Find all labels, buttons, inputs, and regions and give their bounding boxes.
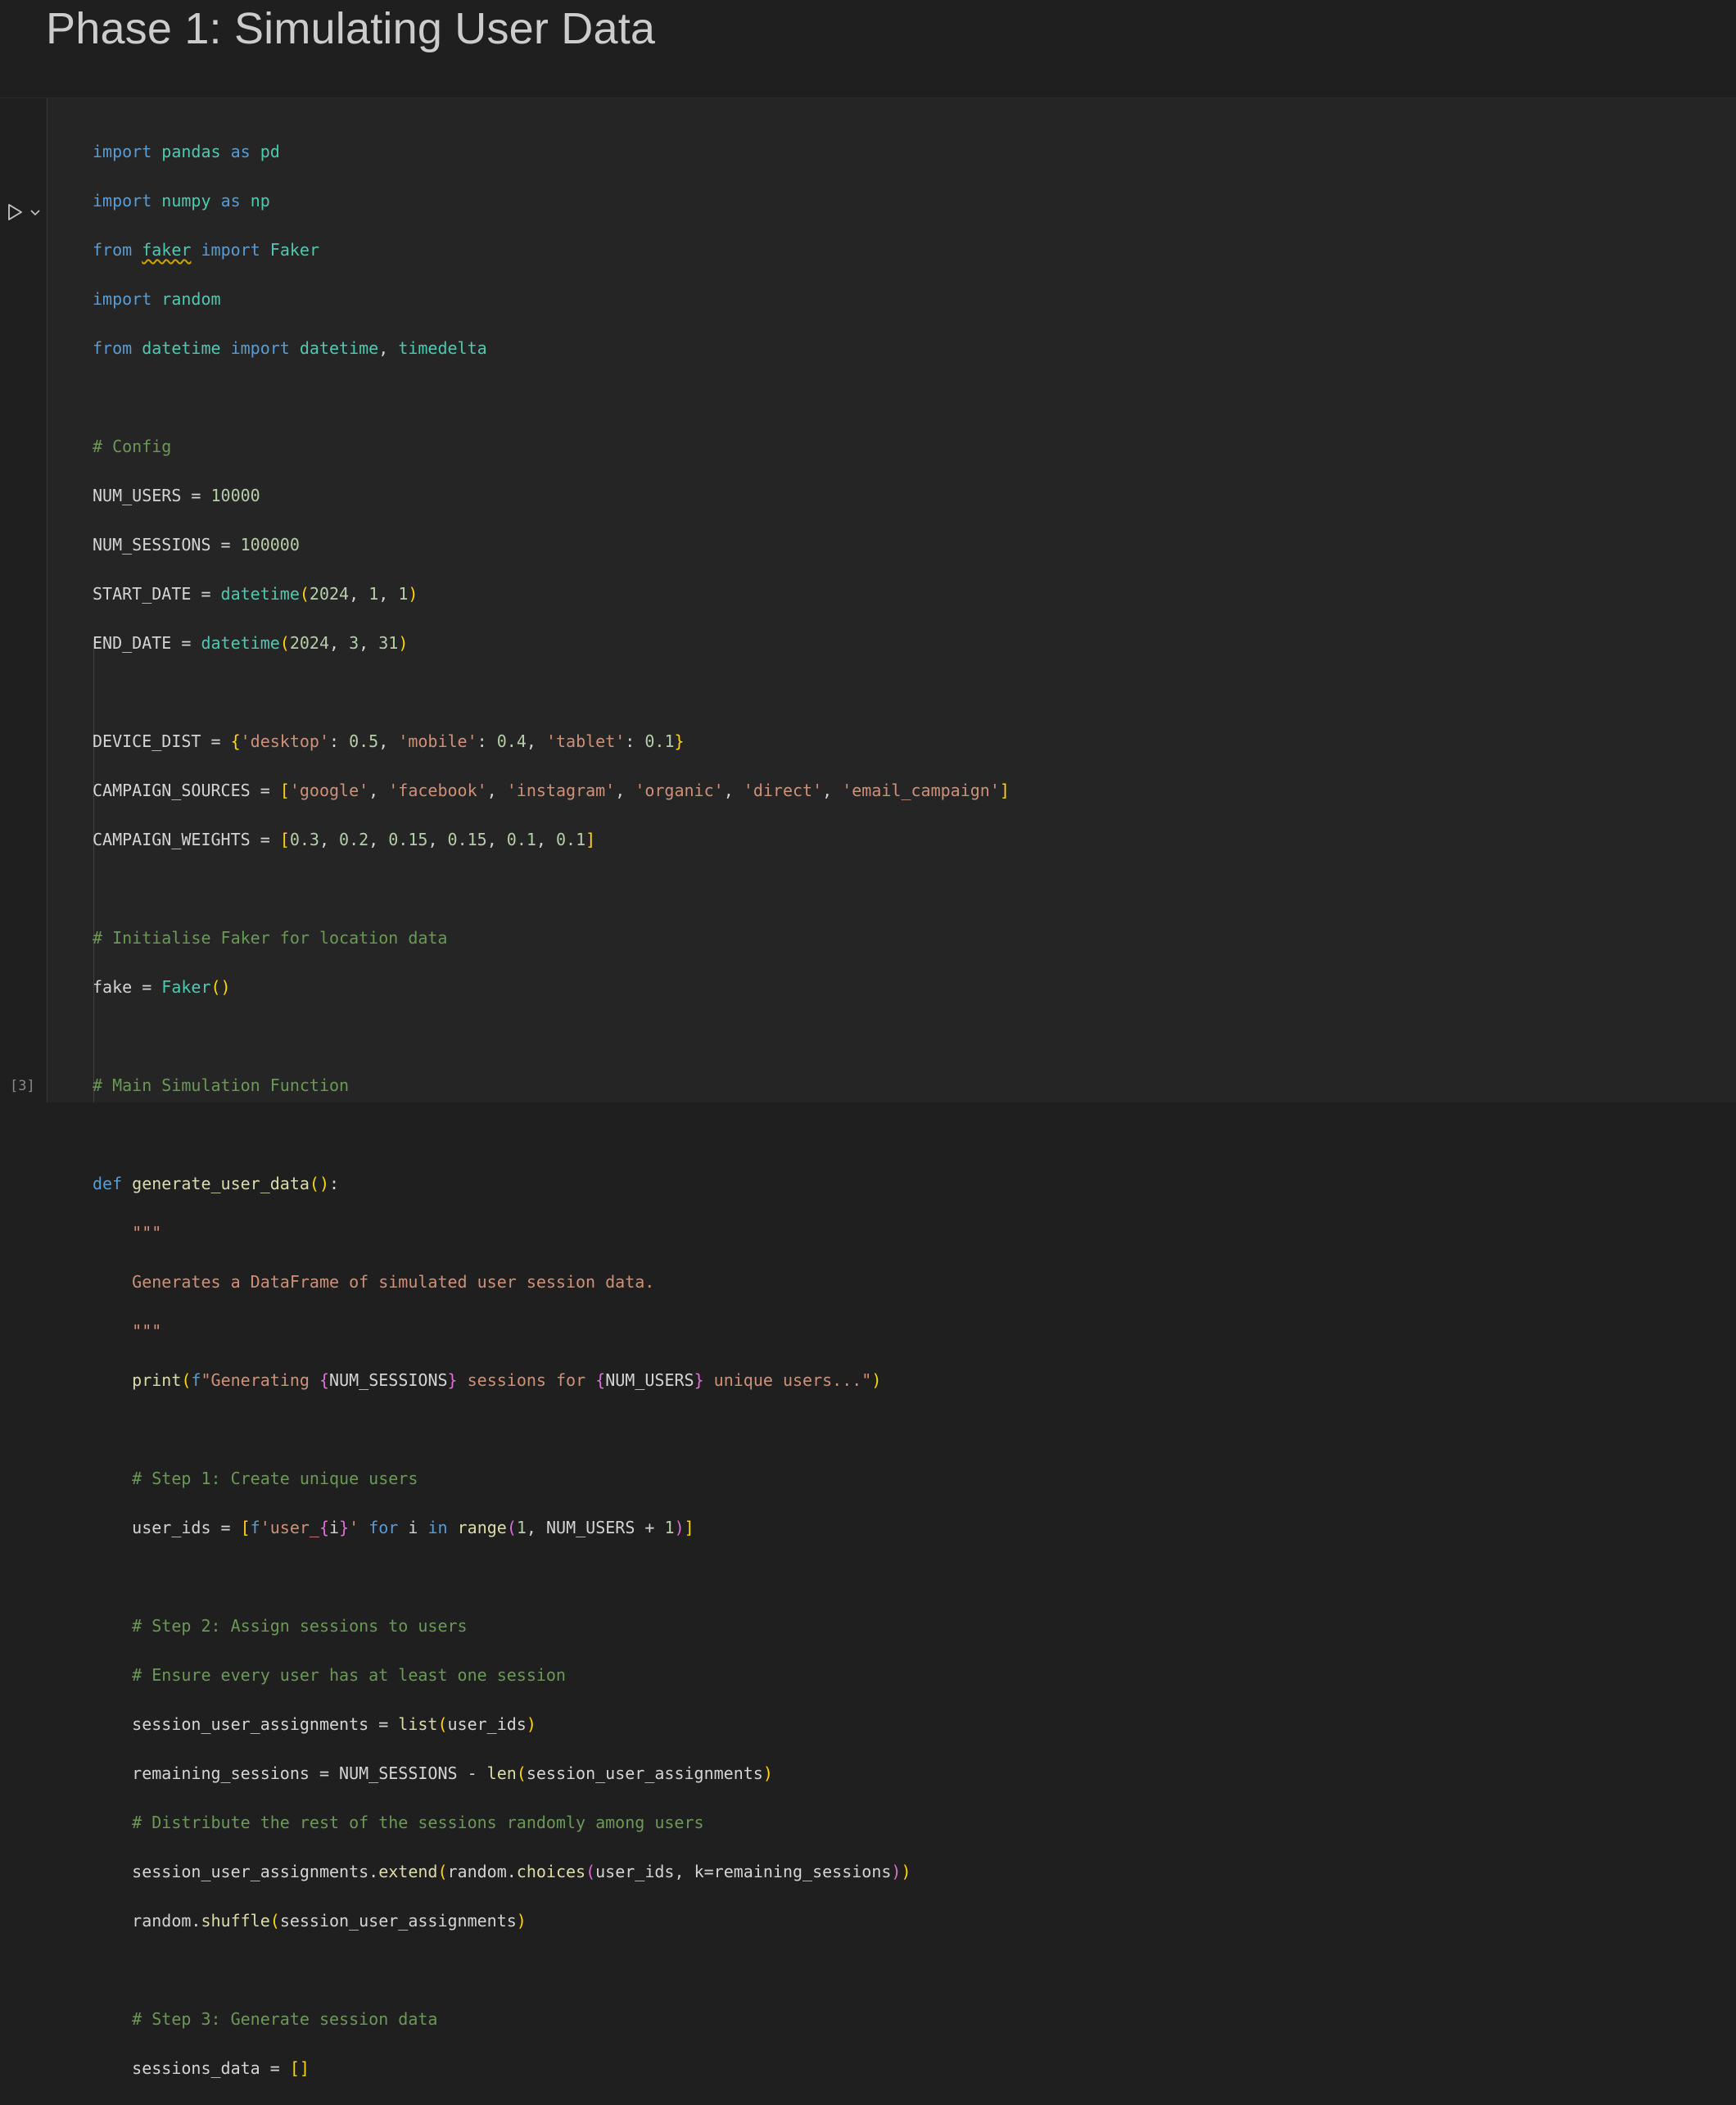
code-line: Generates a DataFrame of simulated user … — [132, 1272, 655, 1292]
code-line: import pandas as pd — [93, 142, 280, 161]
faker-warning-underline: faker — [142, 240, 192, 260]
code-line: NUM_USERS = 10000 — [93, 486, 260, 505]
code-line: # Step 2: Assign sessions to users — [132, 1616, 468, 1636]
code-line: from datetime import datetime, timedelta — [93, 338, 487, 358]
code-line: # Main Simulation Function — [93, 1075, 350, 1095]
code-line: session_user_assignments.extend(random.c… — [132, 1862, 911, 1881]
code-line: user_ids = [f'user_{i}' for i in range(1… — [132, 1518, 694, 1537]
code-line: session_user_assignments = list(user_ids… — [132, 1714, 536, 1734]
code-line: CAMPAIGN_WEIGHTS = [0.3, 0.2, 0.15, 0.15… — [93, 830, 596, 849]
code-line: # Step 3: Generate session data — [132, 2009, 438, 2029]
code-line: random.shuffle(session_user_assignments) — [132, 1911, 527, 1931]
execution-count: [3] — [10, 1078, 35, 1094]
code-line: # Step 1: Create unique users — [132, 1469, 418, 1488]
code-line: NUM_SESSIONS = 100000 — [93, 535, 300, 555]
code-line: sessions_data = [] — [132, 2058, 310, 2078]
code-line: def generate_user_data(): — [93, 1174, 340, 1193]
chevron-down-icon[interactable] — [28, 205, 43, 220]
code-line: START_DATE = datetime(2024, 1, 1) — [93, 584, 418, 604]
code-line: CAMPAIGN_SOURCES = ['google', 'facebook'… — [93, 781, 1010, 800]
page-title: Phase 1: Simulating User Data — [46, 4, 656, 53]
code-line: import random — [93, 289, 221, 309]
code-line: # Distribute the rest of the sessions ra… — [132, 1813, 704, 1832]
code-line: import numpy as np — [93, 191, 270, 210]
code-line: # Initialise Faker for location data — [93, 928, 448, 948]
code-line: DEVICE_DIST = {'desktop': 0.5, 'mobile':… — [93, 731, 685, 751]
code-line: END_DATE = datetime(2024, 3, 31) — [93, 633, 409, 653]
run-cell-icon[interactable] — [5, 202, 25, 222]
code-block[interactable]: import pandas as pd import numpy as np f… — [93, 115, 1010, 2105]
code-line: remaining_sessions = NUM_SESSIONS - len(… — [132, 1763, 773, 1783]
cell-gutter — [0, 98, 47, 1102]
code-line: from faker import Faker — [93, 240, 319, 260]
code-line: print(f"Generating {NUM_SESSIONS} sessio… — [132, 1370, 882, 1390]
code-line: """ — [132, 1321, 162, 1341]
code-line: # Ensure every user has at least one ses… — [132, 1665, 566, 1685]
code-line: # Config — [93, 437, 172, 456]
code-cell-editor[interactable]: import pandas as pd import numpy as np f… — [47, 98, 1736, 2078]
code-line: fake = Faker() — [93, 977, 231, 997]
code-line: """ — [132, 1223, 162, 1243]
